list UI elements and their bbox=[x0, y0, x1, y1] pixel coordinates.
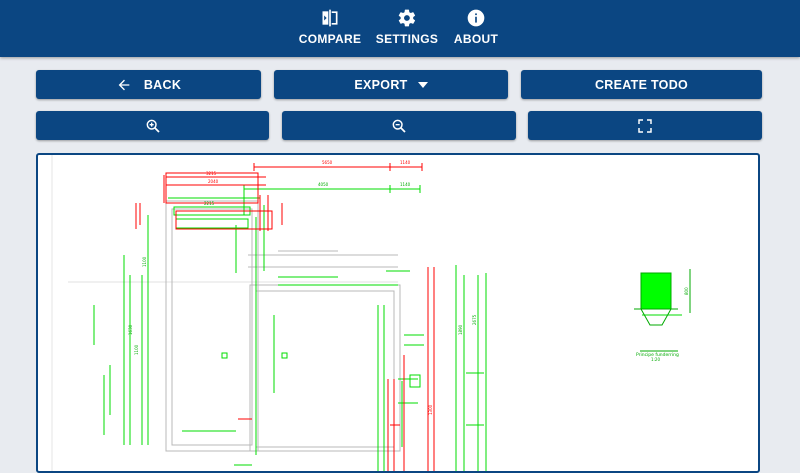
dim-label-top-5: 3215 bbox=[206, 171, 217, 176]
dim-label-top-7: 2215 bbox=[204, 201, 215, 206]
back-button-label: BACK bbox=[143, 77, 182, 92]
dim-label-top-2: 1140 bbox=[400, 160, 411, 165]
drawing-viewer[interactable]: 5650 1140 4050 1140 3215 2040 2215 1100 … bbox=[36, 153, 760, 473]
foundation-detail-block bbox=[640, 272, 672, 310]
caret-down-icon bbox=[417, 81, 428, 88]
fullscreen-icon bbox=[638, 118, 652, 133]
compare-icon bbox=[322, 9, 338, 27]
info-icon bbox=[467, 9, 485, 27]
dim-label-top-4: 1140 bbox=[400, 182, 411, 187]
nav-about[interactable]: ABOUT bbox=[453, 8, 499, 52]
dim-label-side-3: 1630 bbox=[128, 324, 133, 335]
dim-label-side-4: 1890 bbox=[458, 324, 463, 335]
back-button[interactable]: BACK bbox=[36, 70, 261, 99]
gear-icon bbox=[398, 9, 416, 27]
export-button-label: EXPORT bbox=[354, 77, 408, 92]
nav-settings[interactable]: SETTINGS bbox=[376, 8, 438, 52]
nav-settings-label: SETTINGS bbox=[375, 32, 439, 46]
cad-drawing: 5650 1140 4050 1140 3215 2040 2215 1100 … bbox=[51, 155, 691, 471]
nav-compare[interactable]: COMPARE bbox=[299, 8, 361, 52]
dim-label-side-6: 1300 bbox=[428, 404, 433, 415]
dim-label-side-2: 1100 bbox=[134, 344, 139, 355]
dim-label-side-1: 1100 bbox=[142, 256, 147, 267]
detail-dimension-label: 800 bbox=[684, 287, 689, 295]
nav-compare-label: COMPARE bbox=[298, 32, 362, 46]
zoom-in-icon bbox=[146, 119, 160, 133]
dim-label-top-6: 2040 bbox=[208, 179, 219, 184]
arrow-left-icon bbox=[118, 79, 130, 90]
nav-about-label: ABOUT bbox=[453, 32, 499, 46]
building-outline bbox=[165, 200, 401, 452]
zoom-out-icon bbox=[392, 119, 406, 133]
top-navigation-bar: COMPARE SETTINGS ABOUT bbox=[0, 0, 800, 57]
zoom-in-button[interactable] bbox=[36, 111, 269, 140]
export-button[interactable]: EXPORT bbox=[274, 70, 508, 99]
dim-label-side-5: 2675 bbox=[472, 314, 477, 325]
dim-label-top-3: 4050 bbox=[318, 182, 329, 187]
dim-label-top-1: 5650 bbox=[322, 160, 333, 165]
create-todo-button[interactable]: CREATE TODO bbox=[521, 70, 762, 99]
zoom-out-button[interactable] bbox=[282, 111, 516, 140]
create-todo-button-label: CREATE TODO bbox=[594, 77, 689, 92]
detail-scale: 1:20 bbox=[651, 357, 660, 362]
fit-to-screen-button[interactable] bbox=[528, 111, 762, 140]
